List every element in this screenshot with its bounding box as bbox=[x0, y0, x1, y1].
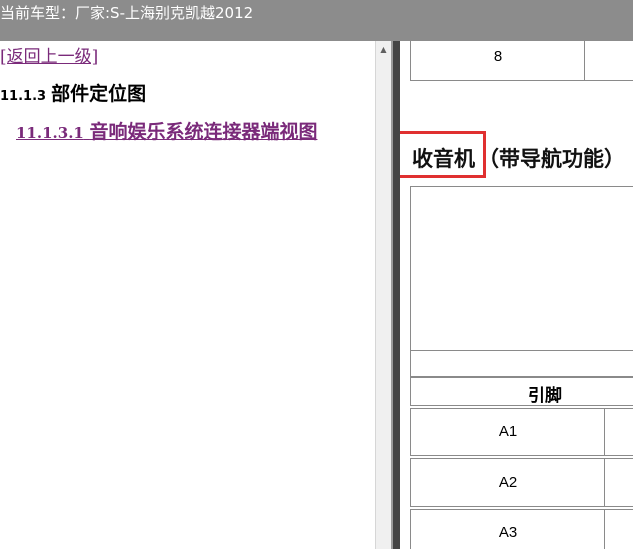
subsection-link[interactable]: 11.1.3.1 音响娱乐系统连接器端视图 bbox=[16, 117, 317, 144]
subsection-number: 11.1.3.1 bbox=[16, 124, 84, 142]
table-cell bbox=[604, 458, 633, 507]
table-header-cell: 引脚 bbox=[410, 377, 633, 406]
table-cell bbox=[584, 41, 633, 81]
window-title-bar: 当前车型：厂家:S-上海别克凯越2012 bbox=[0, 0, 633, 41]
subsection-title: 音响娱乐系统连接器端视图 bbox=[89, 121, 318, 143]
table-cell bbox=[410, 350, 633, 377]
section-title: 部件定位图 bbox=[51, 83, 147, 105]
navigation-scrollbar[interactable]: ▲ bbox=[375, 41, 391, 549]
table-cell bbox=[604, 408, 633, 456]
pin-cell: A1 bbox=[498, 423, 518, 440]
navigation-pane: [返回上一级] 11.1.3 部件定位图 11.1.3.1 音响娱乐系统连接器端… bbox=[0, 41, 375, 549]
table-cell: 8 bbox=[410, 41, 586, 81]
table-row: A2 bbox=[410, 458, 606, 507]
section-heading: 11.1.3 部件定位图 bbox=[0, 79, 146, 106]
table-row: A3 bbox=[410, 509, 606, 549]
pane-splitter[interactable] bbox=[391, 41, 400, 549]
back-link[interactable]: [返回上一级] bbox=[0, 42, 98, 67]
pin-cell: A3 bbox=[498, 524, 518, 541]
table-header-pin: 引脚 bbox=[528, 386, 562, 406]
heading-suffix: （带导航功能） bbox=[478, 146, 625, 171]
connector-image-cell bbox=[410, 186, 633, 351]
highlight-box bbox=[400, 131, 486, 178]
pin-cell: A2 bbox=[498, 474, 518, 491]
content-pane: 8 收音机 （带导航功能） 引脚 A1 A2 A3 bbox=[400, 41, 633, 549]
window-title: 当前车型：厂家:S-上海别克凯越2012 bbox=[0, 4, 254, 22]
section-number: 11.1.3 bbox=[0, 89, 47, 104]
scroll-up-arrow-icon[interactable]: ▲ bbox=[376, 41, 391, 58]
table-row: A1 bbox=[410, 408, 606, 456]
table-cell bbox=[604, 509, 633, 549]
prev-row-pin: 8 bbox=[493, 48, 503, 65]
